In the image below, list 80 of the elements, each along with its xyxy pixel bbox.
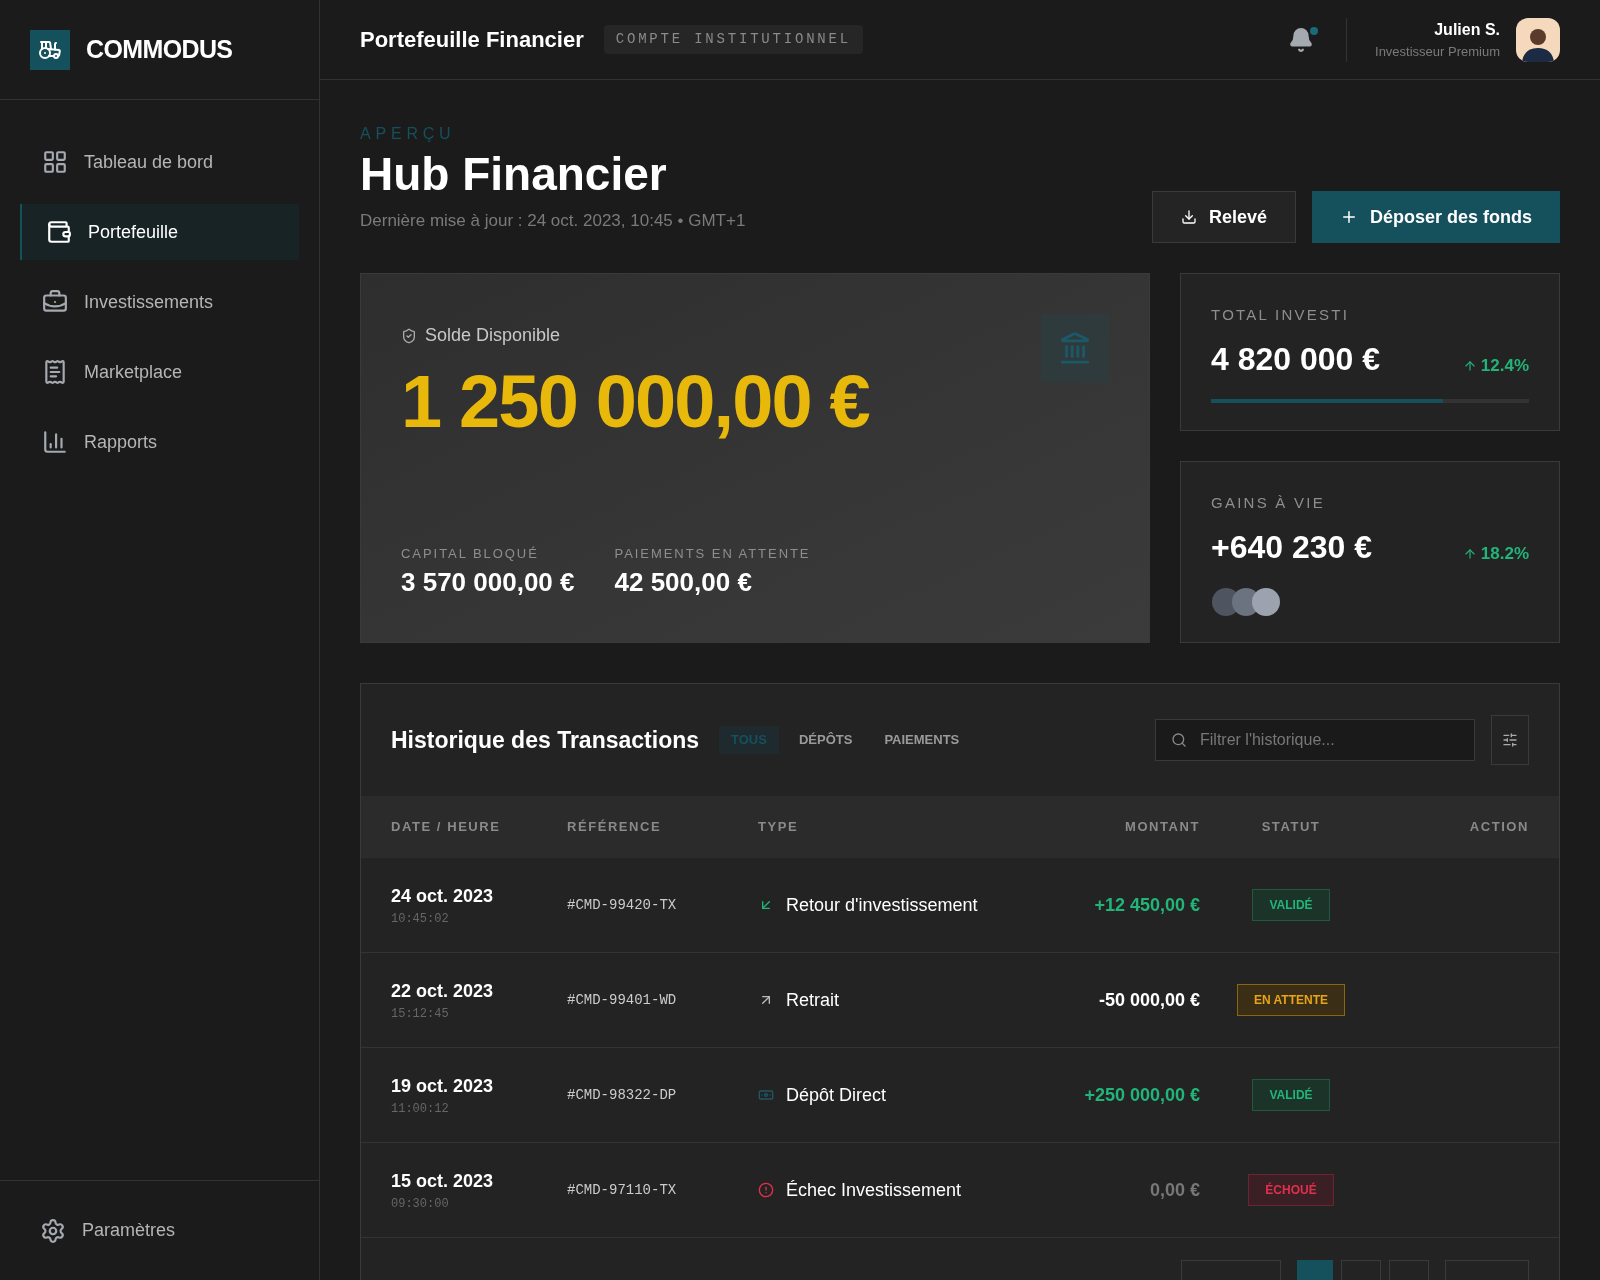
date-text: 22 oct. 2023 xyxy=(391,979,495,1003)
shield-icon xyxy=(401,327,417,344)
avatar-stack-drawing xyxy=(1211,586,1281,617)
download-icon xyxy=(1180,209,1197,225)
avatar[interactable] xyxy=(1516,17,1560,62)
bar-chart-icon xyxy=(42,429,68,455)
column-header: MONTANT xyxy=(1124,818,1200,837)
logo-icon xyxy=(30,29,70,70)
brand-name: COMMODUS xyxy=(86,33,233,65)
settings-link[interactable]: Paramètres xyxy=(40,1217,176,1244)
date-text: 24 oct. 2023 xyxy=(391,884,495,908)
filter-settings-button[interactable] xyxy=(1491,715,1529,765)
filter-tab[interactable]: DÉPÔTS xyxy=(786,726,865,754)
bank-icon xyxy=(1041,314,1109,382)
wallet-icon xyxy=(46,219,72,245)
reference-text: #CMD-97110-TX xyxy=(567,1180,678,1200)
change-indicator: 18.2% xyxy=(1462,541,1529,567)
briefcase-icon xyxy=(42,289,68,315)
amount-text: +250 000,00 € xyxy=(1083,1083,1200,1107)
time-text: 15:12:45 xyxy=(391,1005,450,1023)
reference-text: #CMD-98322-DP xyxy=(567,1085,678,1105)
time-text: 11:00:12 xyxy=(391,1100,450,1118)
sidebar-item[interactable]: Rapports xyxy=(20,414,299,470)
card-value: +640 230 € xyxy=(1211,527,1373,567)
sidebar-item[interactable]: Tableau de bord xyxy=(20,134,299,190)
column-header: STATUT xyxy=(1260,818,1322,837)
filter-tab[interactable]: PAIEMENTS xyxy=(872,726,972,754)
column-header: RÉFÉRENCE xyxy=(567,818,663,837)
type-text: Dépôt Direct xyxy=(786,1083,887,1107)
statement-button[interactable]: Relevé xyxy=(1151,191,1296,243)
date-text: 15 oct. 2023 xyxy=(391,1169,495,1193)
receipt-icon xyxy=(42,359,68,385)
status-badge: ÉCHOUÉ xyxy=(1248,1174,1334,1206)
column-header: ACTION xyxy=(1468,818,1529,837)
card-value: 4 820 000 € xyxy=(1211,339,1381,379)
sidebar-item[interactable]: Investissements xyxy=(20,274,299,330)
reference-text: #CMD-99401-WD xyxy=(567,990,678,1010)
search-field[interactable]: Filtrer l'historique... xyxy=(1155,719,1475,761)
panel-title: Historique des Transactions xyxy=(391,725,700,755)
stat-value: 42 500,00 € xyxy=(614,566,753,599)
amount-text: -50 000,00 € xyxy=(1097,988,1200,1012)
status-badge: VALIDÉ xyxy=(1252,1079,1330,1111)
status-badge: EN ATTENTE xyxy=(1237,984,1345,1016)
page-title: Hub Financier xyxy=(360,147,668,202)
balance-label: Solde Disponible xyxy=(425,324,561,347)
reference-text: #CMD-99420-TX xyxy=(567,895,678,915)
alert-icon xyxy=(758,1182,774,1198)
time-text: 09:30:00 xyxy=(391,1195,450,1213)
date-text: 19 oct. 2023 xyxy=(391,1074,495,1098)
stat-label: PAIEMENTS EN ATTENTE xyxy=(614,544,811,563)
sliders-icon xyxy=(1502,732,1518,748)
amount-text: 0,00 € xyxy=(1148,1178,1200,1202)
last-updated: Dernière mise à jour : 24 oct. 2023, 10:45 • GMT+1 xyxy=(360,209,746,232)
user-role: Investisseur Premium xyxy=(1375,42,1500,61)
type-text: Retrait xyxy=(786,988,839,1012)
user-name: Julien S. xyxy=(1434,19,1500,40)
settings-icon xyxy=(40,1217,66,1244)
bell-icon xyxy=(1288,26,1314,53)
deposit-button[interactable]: Déposer des fonds xyxy=(1311,191,1560,243)
time-text: 10:45:02 xyxy=(391,910,450,928)
section-eyebrow: APERÇU xyxy=(360,124,457,144)
change-indicator: 12.4% xyxy=(1462,353,1529,379)
stat-value: 3 570 000,00 € xyxy=(401,566,575,599)
column-header: DATE / HEURE xyxy=(391,818,502,837)
column-header: TYPE xyxy=(758,818,800,837)
amount-text: +12 450,00 € xyxy=(1093,893,1200,917)
card-label: GAINS À VIE xyxy=(1211,493,1326,513)
type-text: Échec Investissement xyxy=(786,1178,962,1202)
account-label: COMPTE INSTITUTIONNEL xyxy=(603,25,863,54)
status-badge: VALIDÉ xyxy=(1252,889,1330,921)
balance-amount: 1 250 000,00 € xyxy=(401,365,870,439)
page-heading: Portefeuille Financier xyxy=(360,26,584,54)
banknote-icon xyxy=(758,1087,774,1103)
search-icon xyxy=(1171,732,1187,748)
grid-icon xyxy=(42,149,68,175)
type-text: Retour d'investissement xyxy=(786,893,978,917)
stat-label: CAPITAL BLOQUÉ xyxy=(401,544,540,563)
sidebar-item[interactable]: Portefeuille xyxy=(20,204,299,260)
sidebar-item[interactable]: Marketplace xyxy=(20,344,299,400)
card-label: TOTAL INVESTI xyxy=(1211,305,1351,325)
